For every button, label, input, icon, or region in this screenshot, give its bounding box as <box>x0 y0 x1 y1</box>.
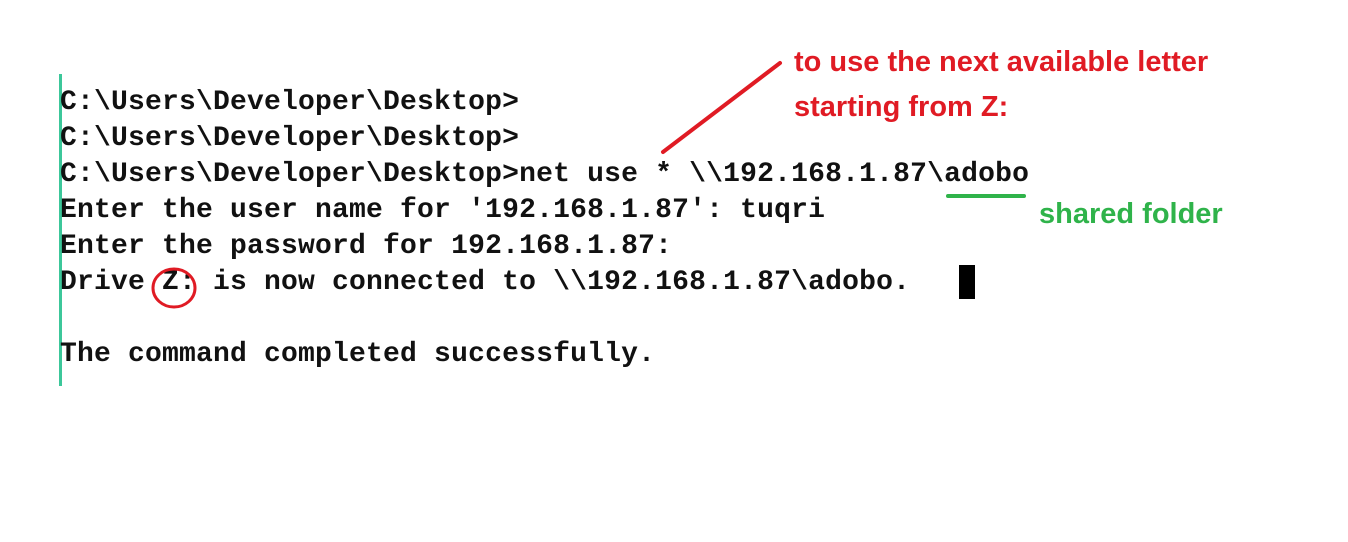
terminal-line: The command completed successfully. <box>60 339 656 370</box>
terminal-line: Enter the password for 192.168.1.87: <box>60 231 673 262</box>
next-letter-note: to use the next available letter startin… <box>794 40 1208 130</box>
terminal-line: Drive Z: is now connected to \\192.168.1… <box>60 267 911 298</box>
shared-folder-note: shared folder <box>1039 198 1223 230</box>
next-letter-note-line: to use the next available letter <box>794 46 1209 78</box>
terminal-cursor <box>959 265 975 299</box>
terminal-line: C:\Users\Developer\Desktop>net use * \\1… <box>60 159 1030 190</box>
next-letter-note-line: starting from Z: <box>794 91 1009 123</box>
terminal-line: Enter the user name for '192.168.1.87': … <box>60 195 826 226</box>
